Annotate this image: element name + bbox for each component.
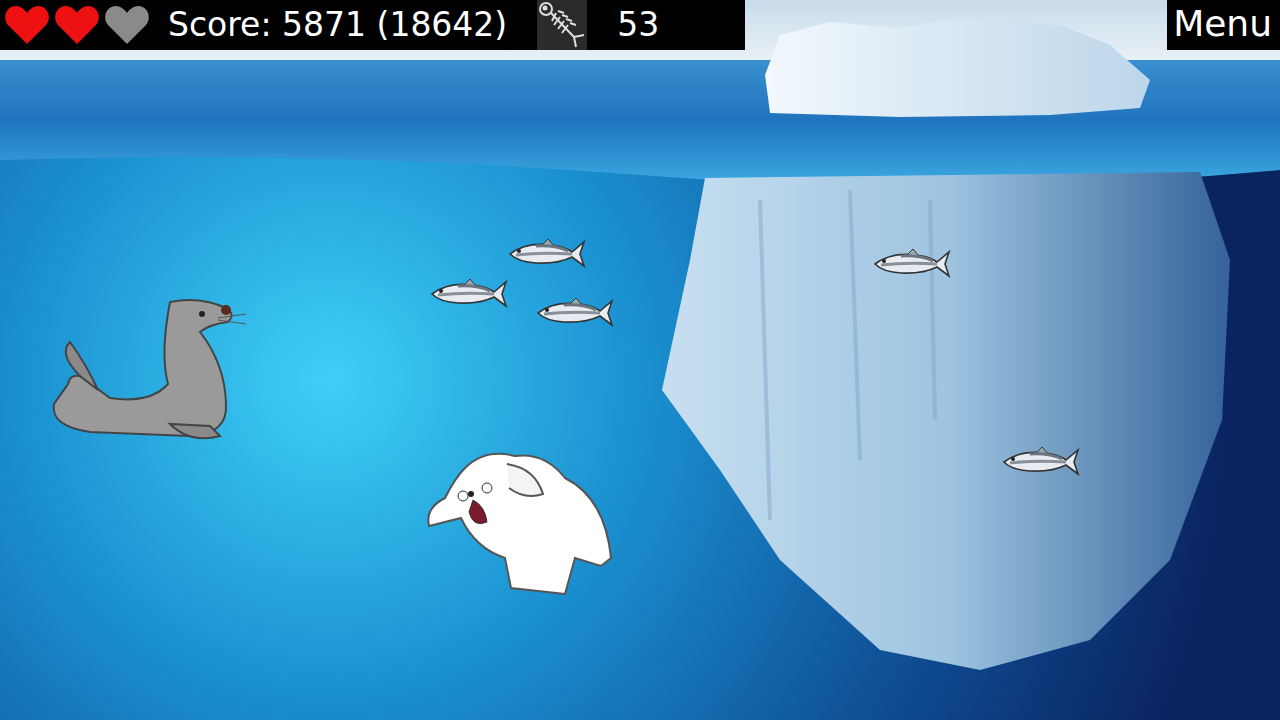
fish-icon xyxy=(428,276,508,310)
heart-icon xyxy=(4,4,50,46)
fish-icon xyxy=(871,246,951,280)
heart-icon xyxy=(104,4,150,46)
heart-icon xyxy=(54,4,100,46)
fishbone-icon xyxy=(537,0,587,50)
status-bar: Score: 5871 (18642) 53 xyxy=(0,0,745,50)
menu-button[interactable]: Menu xyxy=(1167,0,1280,50)
fish-icon xyxy=(1000,444,1080,478)
fish-count: 53 xyxy=(617,5,659,45)
score-text: Score: 5871 (18642) xyxy=(168,5,507,45)
fish-icon xyxy=(534,295,614,329)
seal-icon xyxy=(50,294,250,446)
bear-icon[interactable] xyxy=(425,448,617,598)
game-scene[interactable]: Score: 5871 (18642) 53 Menu xyxy=(0,0,1280,720)
fish-icon xyxy=(506,236,586,270)
